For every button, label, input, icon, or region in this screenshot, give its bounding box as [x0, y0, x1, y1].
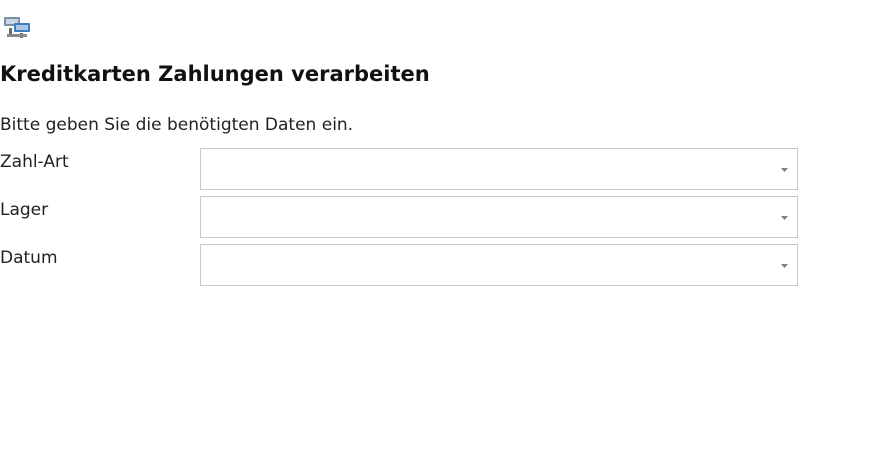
lager-dropdown[interactable]	[200, 196, 798, 238]
page-title: Kreditkarten Zahlungen verarbeiten	[0, 62, 430, 86]
page-subtitle: Bitte geben Sie die benötigten Daten ein…	[0, 115, 354, 135]
datum-dropdown[interactable]	[200, 244, 798, 286]
zahl-art-label: Zahl-Art	[0, 152, 69, 172]
zahl-art-dropdown[interactable]	[200, 148, 798, 190]
datum-label: Datum	[0, 248, 58, 268]
chevron-down-icon	[781, 216, 788, 220]
chevron-down-icon	[781, 264, 788, 268]
chevron-down-icon	[781, 168, 788, 172]
transfer-icon	[4, 17, 30, 38]
dialog-page: Kreditkarten Zahlungen verarbeiten Bitte…	[0, 0, 889, 465]
lager-label: Lager	[0, 200, 49, 220]
